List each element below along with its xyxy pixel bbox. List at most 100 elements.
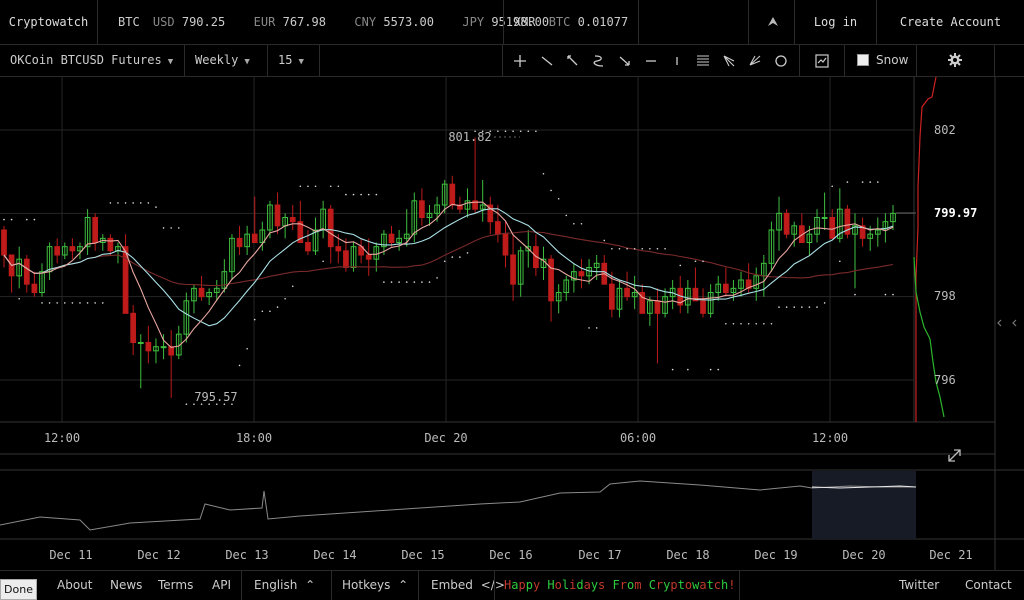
candle-body (92, 217, 99, 243)
ticker-value: 790.25 (181, 15, 226, 29)
candle-body (388, 233, 395, 244)
indicators-button[interactable] (800, 45, 845, 76)
candle-body (821, 217, 828, 219)
chart-panel-icon (815, 54, 829, 68)
done-button[interactable]: Done (0, 579, 37, 600)
snow-checkbox[interactable] (857, 54, 869, 66)
sar-dot (542, 172, 545, 175)
create-account-button[interactable]: Create Account (877, 0, 1024, 44)
expand-icon[interactable] (948, 449, 961, 462)
chevron-up-icon: ⌃ (398, 578, 409, 592)
collapse-icon[interactable] (997, 319, 1002, 327)
candle-body (305, 242, 311, 252)
sar-dot (679, 264, 682, 267)
interval-select[interactable]: 15 ▼ (268, 45, 320, 76)
footer-link-news[interactable]: News (110, 571, 142, 600)
sar-dot (162, 227, 165, 229)
ticker-pair: BTC (548, 15, 571, 29)
sar-dot (155, 206, 157, 208)
collapse-icon[interactable] (1012, 319, 1017, 327)
ticker-value: 767.98 (282, 15, 326, 29)
trendline-icon[interactable] (539, 53, 555, 69)
curve-icon[interactable] (591, 53, 607, 69)
footer-link-about[interactable]: About (57, 571, 92, 600)
footer-link-terms[interactable]: Terms (158, 571, 193, 600)
alerts-button[interactable] (748, 0, 795, 44)
sar-dot (459, 256, 461, 258)
market-select[interactable]: OKCoin BTCUSD Futures ▼ (0, 45, 185, 76)
ticker-value: 0.01077 (577, 15, 629, 29)
ray-icon[interactable] (565, 53, 581, 69)
embed-button[interactable]: Embed </> (418, 571, 505, 600)
sar-dot (269, 310, 271, 313)
candle-body (722, 283, 729, 294)
ticker-pair: EUR (253, 15, 276, 29)
snow-toggle[interactable]: Snow (845, 45, 917, 76)
vertical-line-icon[interactable] (669, 53, 685, 69)
sar-dot (405, 281, 408, 283)
time-axis-label: 12:00 (812, 431, 848, 445)
sar-dot (253, 318, 256, 321)
login-button[interactable]: Log in (795, 0, 877, 44)
chevron-down-icon: ▼ (244, 57, 250, 67)
candle-body (160, 346, 167, 349)
horizontal-line-icon[interactable] (643, 53, 659, 69)
candle-body (274, 204, 281, 227)
sar-dot (291, 285, 294, 288)
sar-dot (436, 277, 438, 279)
holiday-text: Happy Holidays From Cryptowatch! (504, 578, 736, 592)
sar-dot (611, 247, 613, 250)
brand-logo[interactable]: Cryptowatch (0, 0, 98, 44)
price-chart[interactable]: 802 799.97 798 796 12:00 18:00 Dec 20 06:00 12:0… (0, 76, 1024, 570)
sar-dot (785, 306, 788, 308)
contract-select[interactable]: Weekly ▼ (185, 45, 268, 76)
candle-body (624, 287, 630, 298)
pitchfork-icon[interactable] (721, 53, 737, 69)
sar-dot (147, 202, 150, 204)
fibonacci-icon[interactable] (695, 53, 711, 69)
sar-dot (763, 322, 765, 325)
candle-body (130, 312, 137, 343)
arrow-icon[interactable] (617, 53, 633, 69)
gear-icon (948, 53, 962, 67)
candle-body (654, 300, 661, 314)
price-axis-label: 799.97 (934, 206, 977, 220)
sar-dot (709, 368, 712, 371)
sar-dot (588, 327, 590, 329)
language-select[interactable]: English ⌃ (241, 571, 331, 600)
navigator-date-label: Dec 18 (666, 548, 709, 562)
sar-dot (390, 281, 393, 283)
sar-dot (63, 302, 66, 304)
sar-dot (101, 302, 104, 304)
sar-dot (808, 306, 811, 308)
navigator-date-label: Dec 19 (754, 548, 797, 562)
chart-area[interactable]: 802 799.97 798 796 12:00 18:00 Dec 20 06:00 12:0… (0, 76, 1024, 570)
footer-link-contact[interactable]: Contact (965, 571, 1012, 600)
xmr-ticker[interactable]: XMR BTC 0.01077 (503, 0, 639, 44)
sar-dot (56, 302, 58, 304)
hotkeys-button[interactable]: Hotkeys ⌃ (331, 571, 418, 600)
sar-dot (595, 327, 598, 329)
sar-dot (702, 260, 704, 263)
price-axis-label: 796 (934, 373, 956, 387)
crosshair-icon[interactable] (512, 53, 528, 69)
settings-button[interactable] (917, 45, 995, 76)
candle-body (502, 233, 509, 256)
candle-body (236, 237, 243, 248)
ticker-strip: BTC USD 790.25 EUR 767.98 CNY 5573.00 JP… (98, 0, 549, 44)
sar-dot (633, 247, 636, 250)
sar-dot (839, 260, 841, 263)
ticker-value: 5573.00 (383, 15, 434, 29)
navigator-date-label: Dec 12 (137, 548, 180, 562)
footer-link-api[interactable]: API (212, 571, 231, 600)
candle-body (335, 246, 342, 252)
sar-dot (18, 297, 20, 300)
sar-dot (512, 130, 514, 133)
sar-dot (109, 202, 112, 204)
navigator-line (0, 480, 916, 531)
sar-dot (535, 130, 537, 133)
circle-icon[interactable] (773, 53, 789, 69)
candle-body (198, 287, 205, 298)
fan-icon[interactable] (747, 53, 763, 69)
footer-link-twitter[interactable]: Twitter (899, 571, 939, 600)
